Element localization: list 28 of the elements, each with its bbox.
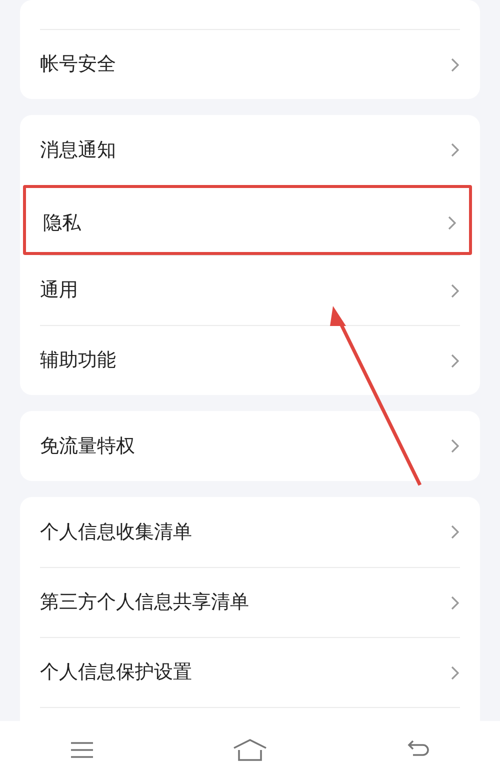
chevron-right-icon: [450, 282, 460, 298]
chevron-right-icon: [450, 56, 460, 72]
settings-row[interactable]: 个人信息收集清单: [40, 497, 460, 567]
settings-item-label: 帐号安全: [40, 52, 116, 78]
chevron-right-icon: [450, 594, 460, 610]
menu-icon[interactable]: [68, 740, 95, 760]
settings-row[interactable]: 消息通知: [40, 115, 460, 185]
chevron-right-icon: [447, 215, 457, 231]
settings-item-label: 隐私: [43, 210, 81, 236]
settings-row[interactable]: 免流量特权: [40, 411, 460, 481]
settings-row[interactable]: 辅助功能: [40, 325, 460, 395]
chevron-right-icon: [450, 352, 460, 368]
chevron-right-icon: [450, 438, 460, 454]
settings-row[interactable]: 帐号安全: [40, 29, 460, 99]
chevron-right-icon: [450, 664, 460, 680]
settings-row[interactable]: 个人信息保护设置: [40, 637, 460, 707]
home-icon[interactable]: [232, 738, 268, 762]
settings-item-label: 第三方个人信息共享清单: [40, 590, 249, 616]
chevron-right-icon: [450, 142, 460, 158]
chevron-right-icon: [450, 524, 460, 540]
settings-item-label: 消息通知: [40, 138, 116, 163]
settings-item-label: 辅助功能: [40, 348, 116, 374]
settings-item-label: 个人信息保护设置: [40, 660, 192, 686]
settings-row[interactable]: 第三方个人信息共享清单: [40, 567, 460, 637]
settings-item-label: 通用: [40, 278, 78, 304]
settings-row[interactable]: 隐私: [23, 185, 472, 255]
settings-item-label: 免流量特权: [40, 434, 135, 459]
settings-item-label: 个人信息收集清单: [40, 520, 192, 545]
